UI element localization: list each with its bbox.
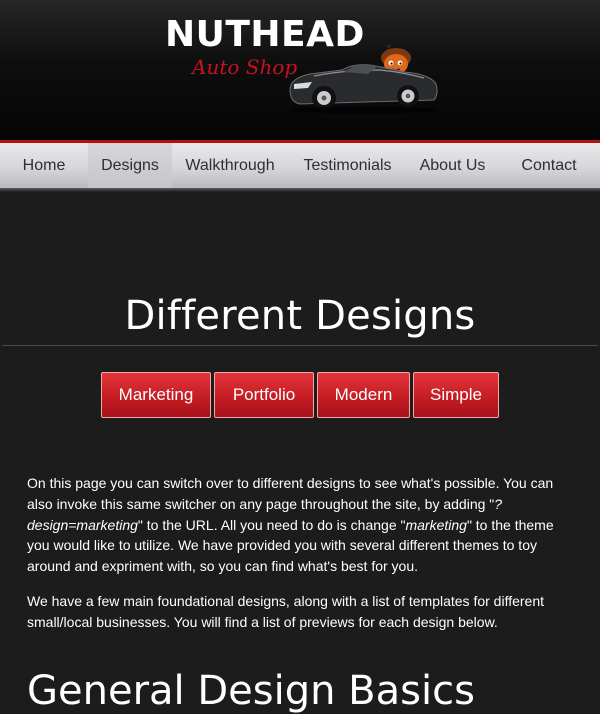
intro-paragraph: On this page you can switch over to diff… — [27, 473, 579, 577]
intro-text-1: On this page you can switch over to diff… — [27, 475, 554, 512]
modern-design-button[interactable]: Modern — [317, 372, 410, 418]
site-header: NUTHEAD Auto Shop — [0, 0, 600, 140]
nav-item-about-us[interactable]: About Us — [407, 143, 498, 188]
marketing-design-button[interactable]: Marketing — [101, 372, 211, 418]
simple-design-button[interactable]: Simple — [413, 372, 499, 418]
marketing-keyword: marketing — [405, 516, 467, 533]
foundational-designs-paragraph: We have a few main foundational designs,… — [27, 593, 545, 630]
nav-item-designs[interactable]: Designs — [88, 143, 172, 188]
section-heading: General Design Basics — [27, 668, 475, 714]
nav-shadow — [0, 188, 600, 192]
nav-item-testimonials[interactable]: Testimonials — [288, 143, 407, 188]
title-divider — [2, 345, 598, 346]
design-switcher: Marketing Portfolio Modern Simple — [0, 372, 600, 420]
portfolio-design-button[interactable]: Portfolio — [214, 372, 314, 418]
intro-text-2: " to the URL. All you need to do is chan… — [137, 516, 406, 533]
logo-subtitle[interactable]: Auto Shop — [192, 55, 297, 79]
car-logo-icon[interactable] — [284, 42, 442, 116]
main-nav: Home Designs Walkthrough Testimonials Ab… — [0, 140, 600, 188]
nav-item-walkthrough[interactable]: Walkthrough — [172, 143, 288, 188]
page-title: Different Designs — [124, 293, 476, 339]
nav-item-contact[interactable]: Contact — [498, 143, 600, 188]
nav-item-home[interactable]: Home — [0, 143, 88, 188]
